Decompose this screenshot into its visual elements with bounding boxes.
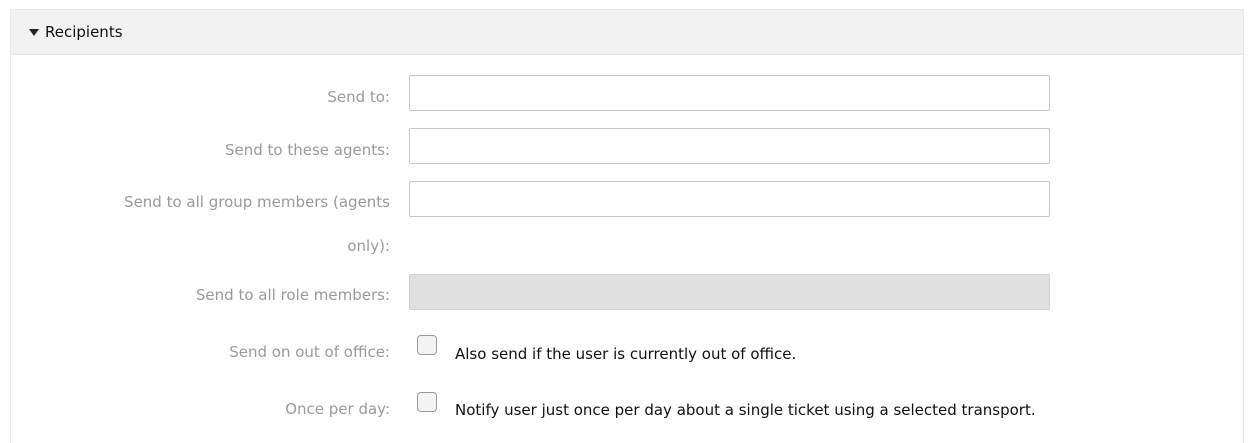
recipients-header[interactable]: Recipients: [11, 10, 1243, 55]
once-per-day-checkbox-text[interactable]: Notify user just once per day about a si…: [455, 399, 1036, 421]
once-per-day-checkbox[interactable]: [417, 392, 437, 412]
out-of-office-label: Send on out of office:: [229, 343, 390, 361]
triangle-down-icon[interactable]: [29, 29, 39, 36]
recipients-panel: Recipients Send to: Send to these agents…: [10, 9, 1244, 443]
panel-title: Recipients: [45, 23, 123, 41]
send-to-label: Send to:: [327, 88, 390, 106]
send-to-group-members-label-line2: only):: [347, 237, 390, 255]
send-to-role-members-label: Send to all role members:: [195, 286, 390, 304]
out-of-office-checkbox-text[interactable]: Also send if the user is currently out o…: [455, 343, 796, 365]
send-to-role-members-input: [409, 274, 1050, 310]
send-to-group-members-label-line1: Send to all group members (agents: [124, 193, 390, 211]
send-to-input[interactable]: [409, 75, 1050, 111]
out-of-office-checkbox[interactable]: [417, 335, 437, 355]
send-to-agents-input[interactable]: [409, 128, 1050, 164]
once-per-day-label: Once per day:: [285, 400, 390, 418]
send-to-group-members-input[interactable]: [409, 181, 1050, 217]
send-to-agents-label: Send to these agents:: [225, 141, 390, 159]
